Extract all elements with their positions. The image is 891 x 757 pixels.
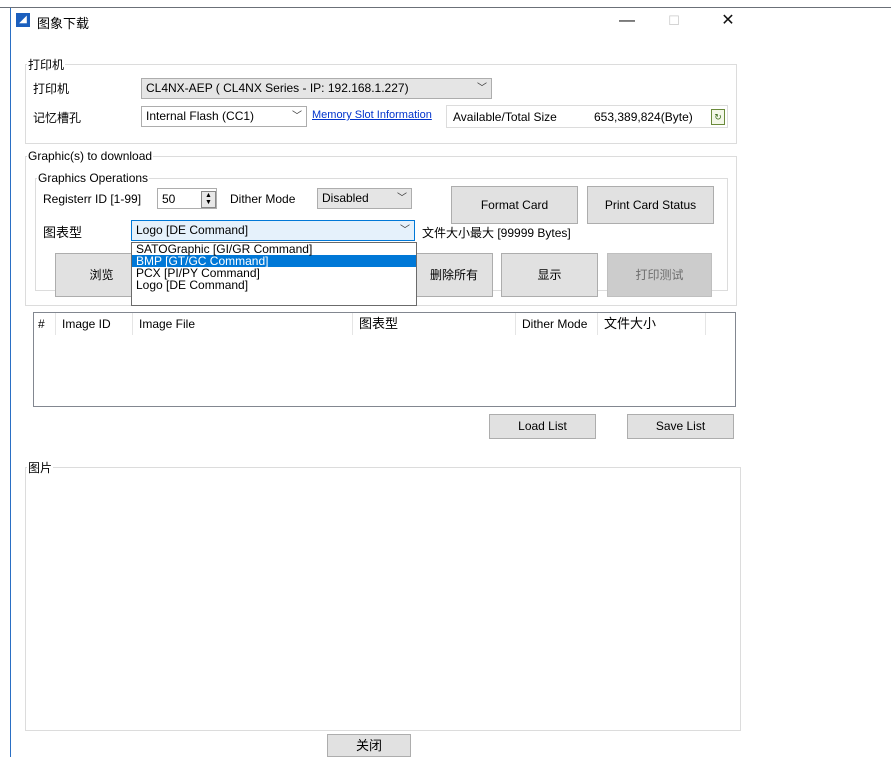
size-label: Available/Total Size — [453, 110, 557, 124]
dither-mode-label: Dither Mode — [230, 192, 296, 206]
graphic-type-label: 图表型 — [43, 225, 83, 240]
register-id-value: 50 — [162, 192, 176, 206]
printer-group: 打印机 — [25, 56, 737, 144]
picture-group-legend: 图片 — [28, 461, 53, 475]
printer-label: 打印机 — [33, 82, 70, 96]
graphics-operations-legend: Graphics Operations — [38, 171, 149, 185]
app-icon: ◢ — [16, 13, 30, 27]
show-button[interactable]: 显示 — [501, 253, 598, 297]
dither-mode-select[interactable]: Disabled ﹀ — [317, 188, 412, 209]
chevron-down-icon: ﹀ — [400, 225, 410, 236]
print-test-button[interactable]: 打印测试 — [607, 253, 712, 297]
save-list-button[interactable]: Save List — [627, 414, 734, 439]
printer-select[interactable]: CL4NX-AEP ( CL4NX Series - IP: 192.168.1… — [141, 78, 492, 99]
picture-group: 图片 — [25, 459, 741, 731]
memory-slot-info-link[interactable]: Memory Slot Information — [312, 109, 432, 121]
close-window-button[interactable]: ✕ — [708, 9, 748, 33]
column-header-file-size[interactable]: 文件大小 — [598, 313, 706, 335]
window-title: 图象下载 — [37, 16, 90, 31]
max-size-note: 文件大小最大 [99999 Bytes] — [422, 226, 571, 240]
load-list-button[interactable]: Load List — [489, 414, 596, 439]
register-id-spinner[interactable]: 50 ▲ ▼ — [157, 188, 217, 209]
memory-slot-value: Internal Flash (CC1) — [146, 109, 255, 123]
image-download-window: ◢ 图象下载 — ☐ ✕ 打印机 打印机 CL4NX-AEP ( CL4NX S… — [10, 8, 744, 757]
chevron-down-icon: ﹀ — [292, 111, 302, 122]
chevron-down-icon: ﹀ — [397, 193, 407, 204]
close-button[interactable]: 关闭 — [327, 734, 411, 757]
column-header-image-file[interactable]: Image File — [133, 313, 353, 335]
graphic-type-select[interactable]: Logo [DE Command] ﹀ — [131, 220, 415, 241]
memory-slot-select[interactable]: Internal Flash (CC1) ﹀ — [141, 106, 307, 127]
minimize-button[interactable]: — — [607, 9, 647, 33]
graphic-type-dropdown-list: SATOGraphic [GI/GR Command] BMP [GT/GC C… — [131, 242, 417, 306]
print-card-status-button[interactable]: Print Card Status — [587, 186, 714, 224]
dropdown-option-logo[interactable]: Logo [DE Command] — [132, 279, 416, 291]
column-header-dither-mode[interactable]: Dither Mode — [516, 313, 598, 335]
dither-mode-value: Disabled — [322, 191, 369, 205]
size-value: 653,389,824(Byte) — [594, 110, 693, 124]
memory-slot-label: 记忆槽孔 — [33, 111, 82, 125]
column-header-graphic-type[interactable]: 图表型 — [353, 313, 516, 335]
graphics-group-legend: Graphic(s) to download — [28, 149, 153, 163]
spinner-arrows-icon[interactable]: ▲ ▼ — [201, 191, 216, 208]
chevron-down-icon: ﹀ — [477, 83, 487, 94]
printer-group-legend: 打印机 — [28, 58, 65, 72]
column-header-image-id[interactable]: Image ID — [56, 313, 133, 335]
image-list-table[interactable]: # Image ID Image File 图表型 Dither Mode 文件… — [33, 312, 736, 407]
maximize-button[interactable]: ☐ — [654, 9, 694, 33]
graphic-type-value: Logo [DE Command] — [136, 223, 249, 237]
size-info-box: Available/Total Size 653,389,824(Byte) ↻ — [446, 105, 728, 128]
title-bar: ◢ 图象下载 — ☐ ✕ — [11, 8, 744, 36]
printer-select-value: CL4NX-AEP ( CL4NX Series - IP: 192.168.1… — [146, 81, 409, 95]
register-id-label: Registerr ID [1-99] — [43, 192, 142, 206]
format-card-button[interactable]: Format Card — [451, 186, 578, 224]
refresh-icon[interactable]: ↻ — [711, 109, 725, 125]
column-header-index[interactable]: # — [34, 313, 56, 335]
